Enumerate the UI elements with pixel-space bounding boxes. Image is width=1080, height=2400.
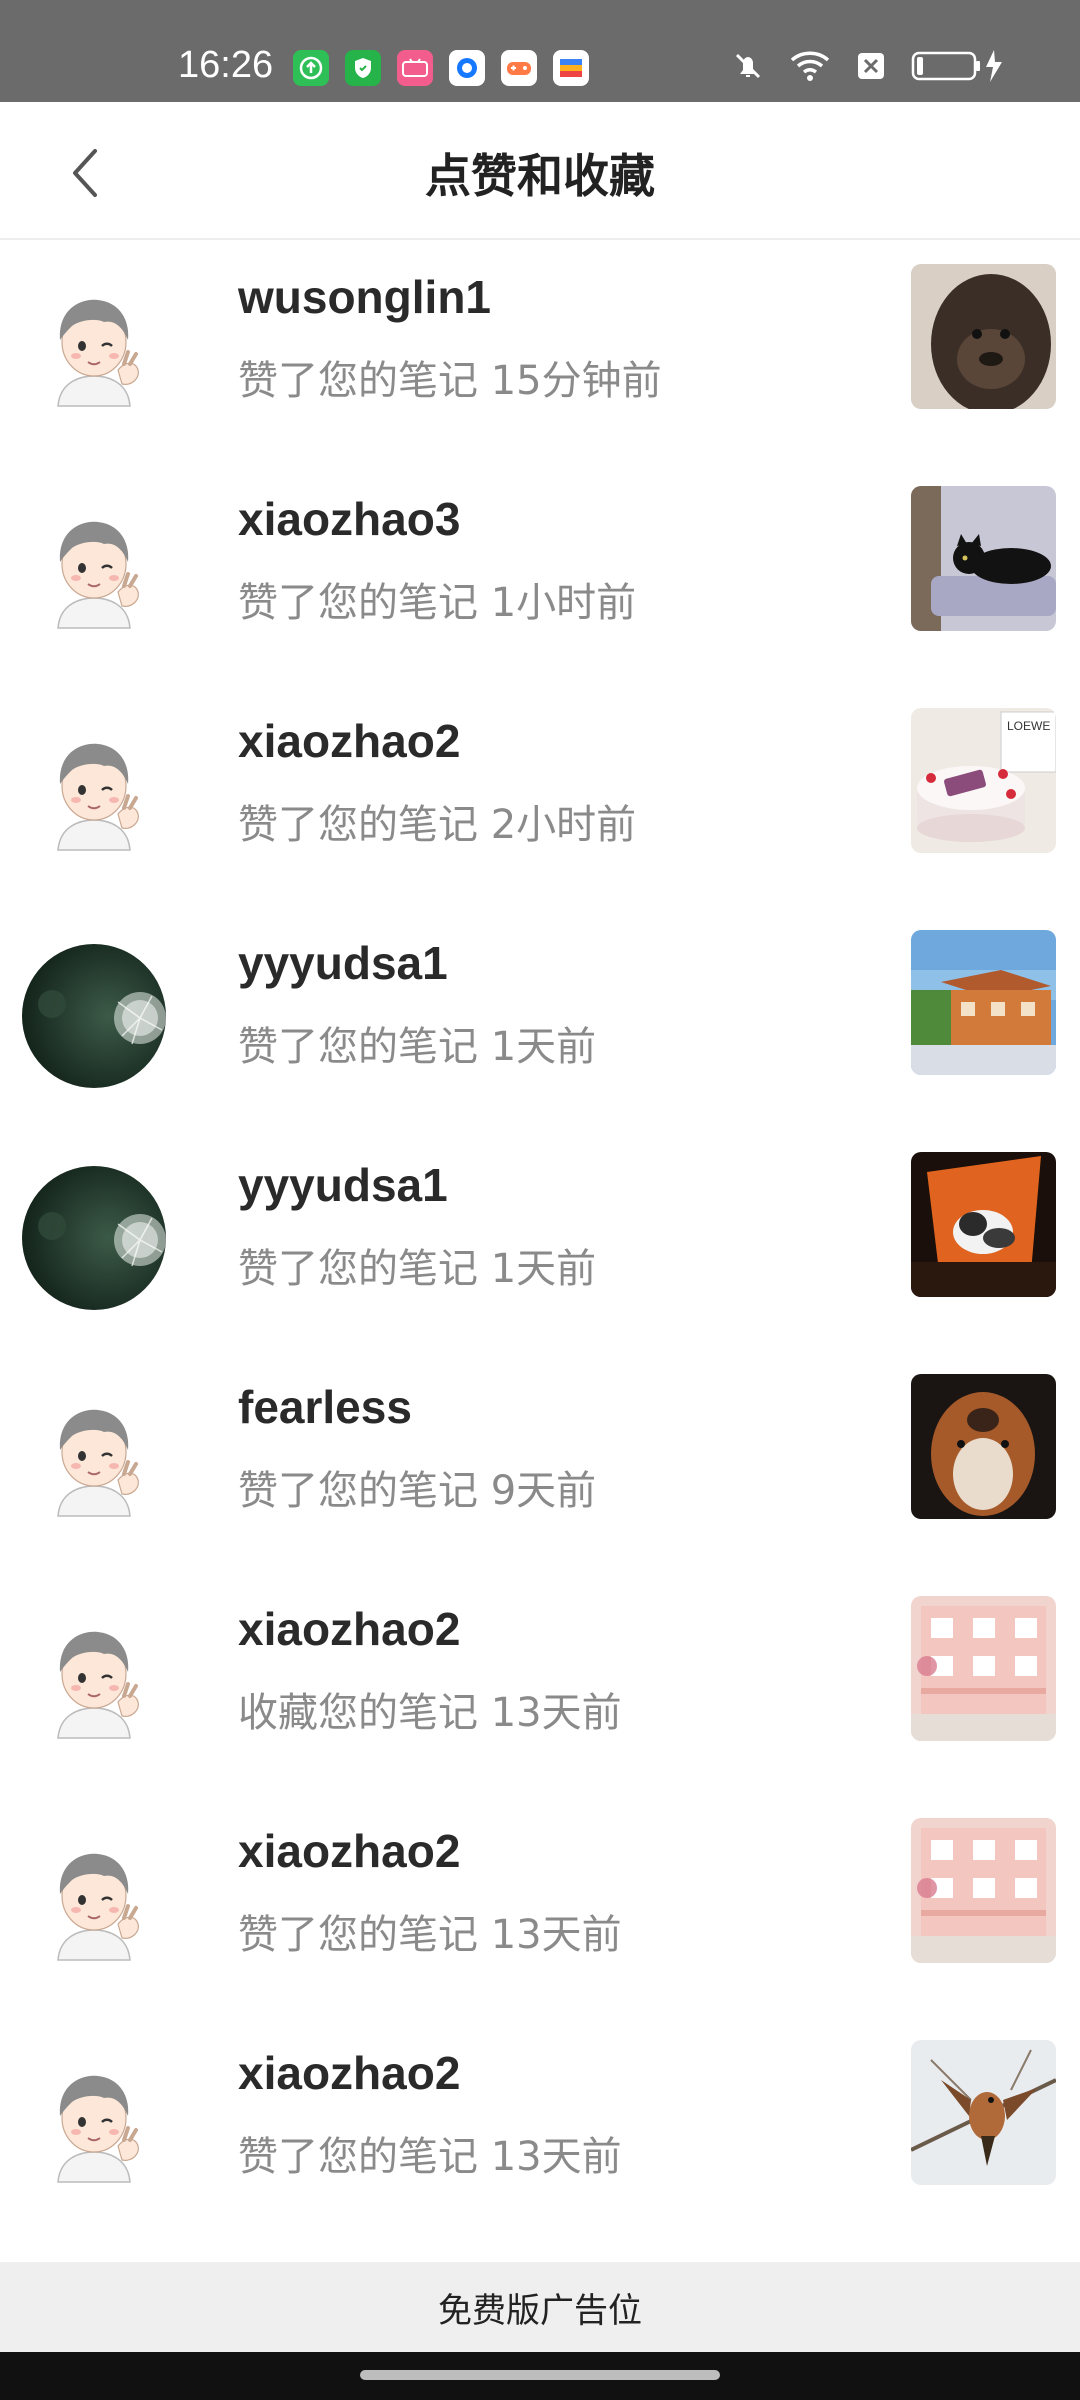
notification-row[interactable]: xiaozhao2 收藏您的笔记 13天前 — [0, 1572, 1080, 1794]
page-header: 点赞和收藏 — [0, 102, 1080, 240]
system-nav-bar — [0, 2352, 1080, 2400]
page-title: 点赞和收藏 — [425, 149, 655, 203]
gorilla-thumbnail[interactable] — [911, 264, 1056, 409]
upload-app-icon — [293, 50, 329, 86]
anime-boy-avatar[interactable] — [22, 1610, 166, 1754]
anime-boy-avatar[interactable] — [22, 1832, 166, 1976]
circle-app-icon — [449, 50, 485, 86]
status-bar: 16:26 — [0, 0, 1080, 102]
anime-boy-avatar[interactable] — [22, 2054, 166, 2198]
notification-action-text: 赞了您的笔记 1天前 — [238, 1246, 597, 1292]
notification-row[interactable]: xiaozhao3 赞了您的笔记 1小时前 — [0, 462, 1080, 684]
house-thumbnail[interactable] — [911, 930, 1056, 1075]
notification-username[interactable]: xiaozhao2 — [238, 1824, 460, 1878]
shield-app-icon — [345, 50, 381, 86]
notification-action-text: 赞了您的笔记 13天前 — [238, 2134, 622, 2180]
anime-boy-avatar[interactable] — [22, 500, 166, 644]
notification-action-text: 收藏您的笔记 13天前 — [238, 1690, 622, 1736]
dog-thumbnail[interactable] — [911, 1374, 1056, 1519]
pink-building-thumbnail[interactable] — [911, 1818, 1056, 1963]
home-indicator[interactable] — [360, 2370, 720, 2380]
notification-username[interactable]: wusonglin1 — [238, 270, 491, 324]
notification-username[interactable]: yyyudsa1 — [238, 1158, 448, 1212]
notification-username[interactable]: fearless — [238, 1380, 412, 1434]
status-system-icons — [730, 48, 1010, 84]
notification-action-text: 赞了您的笔记 9天前 — [238, 1468, 597, 1514]
birthday-cake-thumbnail[interactable] — [911, 708, 1056, 853]
notification-username[interactable]: xiaozhao3 — [238, 492, 460, 546]
dandelion-avatar[interactable] — [22, 944, 166, 1088]
anime-boy-avatar[interactable] — [22, 1388, 166, 1532]
no-sim-icon — [858, 53, 884, 79]
bilibili-app-icon — [397, 50, 433, 86]
notification-username[interactable]: xiaozhao2 — [238, 714, 460, 768]
wallet-app-icon — [553, 50, 589, 86]
cat-window-thumbnail[interactable] — [911, 1152, 1056, 1297]
notification-username[interactable]: xiaozhao2 — [238, 2046, 460, 2100]
notification-action-text: 赞了您的笔记 1天前 — [238, 1024, 597, 1070]
ad-banner[interactable]: 免费版广告位 — [0, 2262, 1080, 2352]
bird-thumbnail[interactable] — [911, 2040, 1056, 2185]
notification-action-text: 赞了您的笔记 15分钟前 — [238, 358, 662, 404]
wifi-icon — [790, 51, 830, 81]
pink-building-thumbnail[interactable] — [911, 1596, 1056, 1741]
notification-row[interactable]: yyyudsa1 赞了您的笔记 1天前 — [0, 1128, 1080, 1350]
mute-bell-icon — [735, 53, 761, 79]
notification-action-text: 赞了您的笔记 2小时前 — [238, 802, 637, 848]
notification-row[interactable]: wusonglin1 赞了您的笔记 15分钟前 — [0, 240, 1080, 462]
status-app-icons — [293, 50, 589, 86]
notification-row[interactable]: yyyudsa1 赞了您的笔记 1天前 — [0, 906, 1080, 1128]
notification-username[interactable]: yyyudsa1 — [238, 936, 448, 990]
notification-username[interactable]: xiaozhao2 — [238, 1602, 460, 1656]
dandelion-avatar[interactable] — [22, 1166, 166, 1310]
notification-row[interactable]: fearless 赞了您的笔记 9天前 — [0, 1350, 1080, 1572]
notification-action-text: 赞了您的笔记 1小时前 — [238, 580, 637, 626]
anime-boy-avatar[interactable] — [22, 278, 166, 422]
notification-row[interactable]: xiaozhao2 赞了您的笔记 13天前 — [0, 1794, 1080, 2016]
notification-action-text: 赞了您的笔记 13天前 — [238, 1912, 622, 1958]
black-cat-thumbnail[interactable] — [911, 486, 1056, 631]
status-time: 16:26 — [178, 44, 274, 86]
notification-row[interactable]: xiaozhao2 赞了您的笔记 2小时前 — [0, 684, 1080, 906]
notification-list: wusonglin1 赞了您的笔记 15分钟前 xiaozhao3 赞了您的笔记 1小… — [0, 240, 1080, 2238]
anime-boy-avatar[interactable] — [22, 722, 166, 866]
game-app-icon — [501, 50, 537, 86]
notification-row[interactable]: xiaozhao2 赞了您的笔记 13天前 — [0, 2016, 1080, 2238]
battery-icon — [911, 50, 1002, 82]
